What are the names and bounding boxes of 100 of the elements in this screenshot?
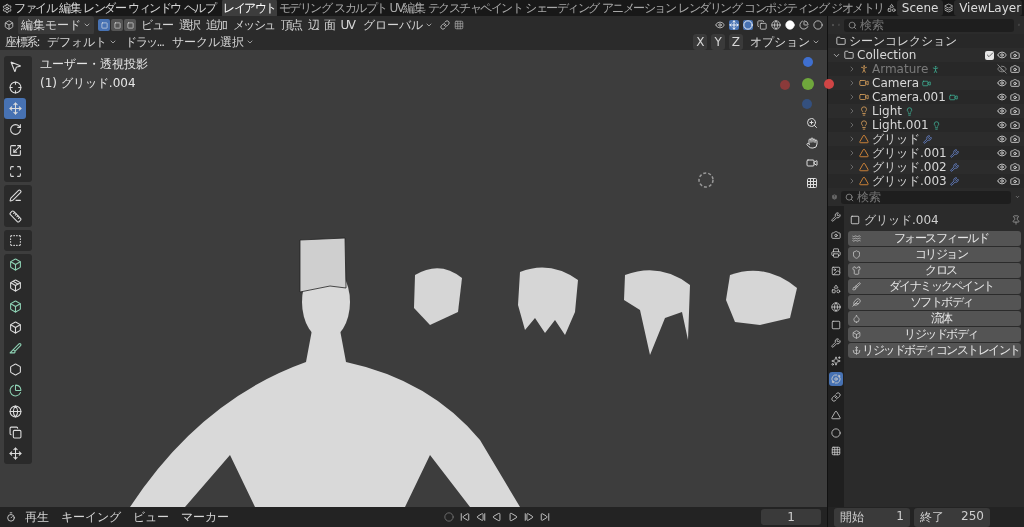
object-name[interactable]: グリッド.003	[872, 172, 947, 188]
menu-item[interactable]: 辺	[306, 16, 319, 34]
workspace-tab[interactable]: スカルプト	[333, 0, 388, 18]
eye-icon[interactable]	[997, 78, 1007, 88]
properties-tab[interactable]	[829, 426, 843, 440]
physics-button[interactable]: リジッドボディコンストレイント	[848, 343, 1021, 358]
solid-shading-icon[interactable]	[785, 20, 795, 30]
camera-icon[interactable]	[1010, 162, 1020, 172]
camera-icon[interactable]	[1010, 134, 1020, 144]
physics-button[interactable]: クロス	[848, 263, 1021, 278]
properties-tab[interactable]	[829, 300, 843, 314]
menu-item[interactable]: マーカー	[178, 507, 232, 527]
menu-item[interactable]: 頂点	[279, 16, 303, 34]
camera-icon[interactable]	[1010, 148, 1020, 158]
menu-item[interactable]: ビュー	[130, 507, 172, 527]
physics-button[interactable]: ダイナミックペイント	[848, 279, 1021, 294]
properties-tab[interactable]	[829, 246, 843, 260]
rendered-shading-icon[interactable]	[813, 20, 823, 30]
tool-button[interactable]	[4, 98, 26, 119]
properties-tab[interactable]	[829, 372, 843, 386]
gizmo-toggle-icon[interactable]	[729, 20, 739, 30]
physics-button[interactable]: リジッドボディ	[848, 327, 1021, 342]
workspace-tab[interactable]: モデリング	[277, 0, 332, 18]
properties-tab[interactable]	[829, 354, 843, 368]
workspace-tab[interactable]: UV編集	[388, 0, 426, 18]
properties-tab[interactable]	[829, 336, 843, 350]
pin-icon[interactable]	[1011, 215, 1021, 225]
eye-closed-icon[interactable]	[997, 64, 1007, 74]
eye-icon[interactable]	[715, 20, 725, 30]
snap-icon[interactable]	[453, 20, 464, 30]
start-frame-field[interactable]: 開始 1	[834, 507, 910, 527]
object-name[interactable]: Light	[872, 104, 902, 118]
play-icon[interactable]	[491, 512, 502, 522]
menu-item[interactable]: キーイング	[58, 507, 124, 527]
eye-icon[interactable]	[997, 176, 1007, 186]
options-dropdown[interactable]: オプション	[747, 32, 823, 52]
eye-icon[interactable]	[997, 120, 1007, 130]
camera-icon[interactable]	[1010, 176, 1020, 186]
search-field[interactable]: 検索	[844, 18, 1014, 32]
workspace-tab[interactable]: ジオメトリ	[830, 0, 885, 18]
jump-start-icon[interactable]	[459, 512, 470, 522]
jump-end-icon[interactable]	[539, 512, 550, 522]
overlay-toggle-icon[interactable]	[743, 20, 753, 30]
physics-button[interactable]: フォースフィールド	[848, 231, 1021, 246]
axis-toggle[interactable]: Z	[728, 34, 743, 50]
end-frame-field[interactable]: 終了 250	[914, 507, 990, 527]
properties-tab[interactable]	[829, 228, 843, 242]
properties-tab[interactable]	[829, 282, 843, 296]
select-mode-button[interactable]	[98, 19, 110, 31]
menu-item[interactable]: 編集	[58, 0, 82, 17]
axis-toggle[interactable]: Y	[711, 34, 725, 50]
workspace-tab[interactable]: アニメーション	[600, 0, 676, 18]
eye-icon[interactable]	[997, 162, 1007, 172]
wireframe-shading-icon[interactable]	[771, 20, 781, 30]
link-icon[interactable]	[439, 20, 450, 30]
scene-field[interactable]: Scene	[896, 0, 943, 16]
camera-icon[interactable]	[1010, 106, 1020, 116]
workspace-tab[interactable]: コンポジティング	[743, 0, 829, 18]
clock-icon[interactable]	[6, 512, 16, 522]
object-name[interactable]: グリッド.001	[872, 144, 947, 162]
eye-icon[interactable]	[997, 92, 1007, 102]
navigation-gizmo-drawing[interactable]	[778, 56, 836, 110]
menu-item[interactable]: 面	[323, 16, 336, 34]
orientation-dropdown[interactable]: グローバル	[359, 15, 436, 35]
current-frame-field[interactable]: 1	[761, 509, 821, 525]
camera-icon[interactable]	[1010, 50, 1020, 60]
step-back-icon[interactable]	[475, 512, 486, 522]
properties-tab[interactable]	[829, 318, 843, 332]
eye-icon[interactable]	[997, 148, 1007, 158]
menu-item[interactable]: ビュー	[140, 16, 174, 34]
properties-tab[interactable]	[829, 210, 843, 224]
menu-item[interactable]: レンダー	[82, 0, 127, 17]
camera-icon[interactable]	[1010, 92, 1020, 102]
camera-icon[interactable]	[1010, 78, 1020, 88]
menu-item[interactable]: UV	[339, 18, 356, 32]
checkbox[interactable]	[985, 50, 994, 60]
physics-button[interactable]: ソフトボディ	[848, 295, 1021, 310]
menu-item[interactable]: ヘルプ	[182, 0, 217, 17]
workspace-tab[interactable]: シェーディング	[524, 0, 600, 18]
orientation-dropdown[interactable]: デフォルト	[44, 32, 121, 52]
select-mode-button[interactable]	[111, 19, 123, 31]
select-tool-dropdown[interactable]: サークル選択	[168, 32, 257, 52]
menu-item[interactable]: ファイル	[13, 0, 58, 17]
scene-collection-label[interactable]: シーンコレクション	[849, 32, 957, 50]
workspace-tab[interactable]: テクスチャペイント	[426, 0, 523, 18]
object-name[interactable]: Camera.001	[872, 90, 946, 104]
properties-tab[interactable]	[829, 390, 843, 404]
select-mode-button[interactable]	[124, 19, 136, 31]
drag-dropdown[interactable]: ドラッ...	[124, 33, 165, 51]
properties-tab[interactable]	[829, 408, 843, 422]
search-field[interactable]: 検索	[841, 190, 1011, 204]
menu-item[interactable]: メッシュ	[231, 16, 276, 34]
material-shading-icon[interactable]	[799, 20, 809, 30]
physics-button[interactable]: 流体	[848, 311, 1021, 326]
xray-icon[interactable]	[757, 20, 767, 30]
properties-tab[interactable]	[829, 444, 843, 458]
menu-item[interactable]: 追加	[204, 16, 228, 34]
view-layer-field[interactable]: ViewLayer	[954, 0, 1022, 16]
properties-tab[interactable]	[829, 264, 843, 278]
camera-icon[interactable]	[1010, 64, 1020, 74]
